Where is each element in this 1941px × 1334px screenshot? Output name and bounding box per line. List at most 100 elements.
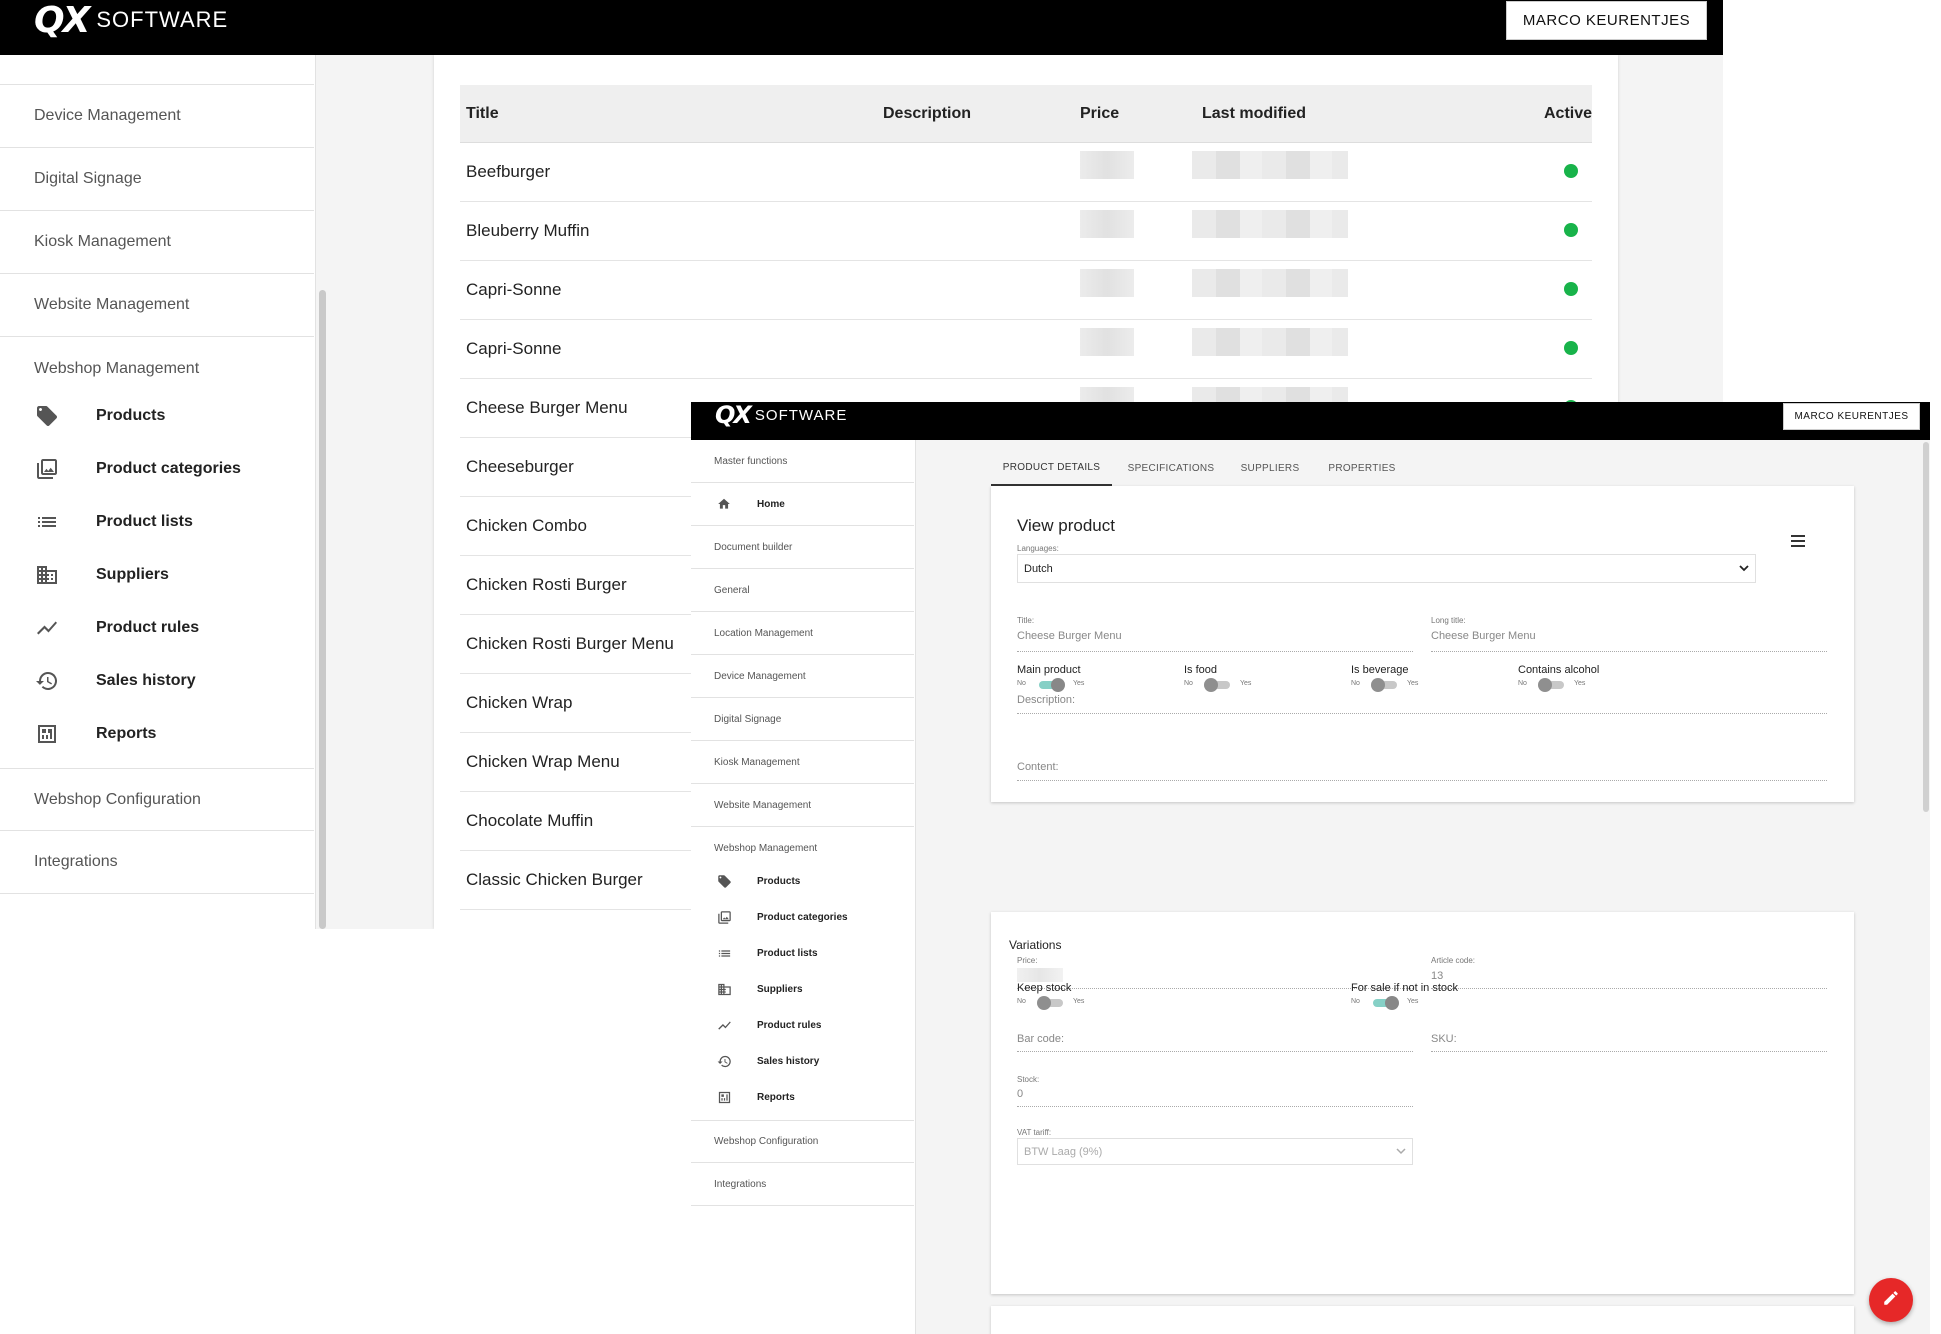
- sidebar-section-integrations[interactable]: Integrations: [691, 1163, 914, 1206]
- sidebar-item-sales-history[interactable]: Sales history: [691, 1043, 914, 1079]
- tab-properties[interactable]: PROPERTIES: [1319, 450, 1405, 486]
- article-code-field[interactable]: 13: [1431, 970, 1443, 982]
- menu-icon[interactable]: [1791, 534, 1805, 547]
- sidebar-item-products[interactable]: Products: [0, 389, 314, 442]
- bar-code-field[interactable]: Bar code:: [1017, 1033, 1064, 1045]
- sidebar-section-website-management[interactable]: Website Management: [691, 784, 914, 827]
- sidebar-item-reports[interactable]: Reports: [0, 707, 314, 760]
- sidebar-section-webshop-configuration[interactable]: Webshop Configuration: [0, 768, 314, 831]
- title-label: Title:: [1017, 616, 1035, 625]
- table-row[interactable]: Beefburger: [460, 143, 1592, 202]
- sidebar-section-device-management[interactable]: Device Management: [0, 85, 314, 148]
- table-row[interactable]: Bleuberry Muffin: [460, 202, 1592, 261]
- sidebar-item-product-rules[interactable]: Product rules: [691, 1007, 914, 1043]
- sidebar-section-digital-signage[interactable]: Digital Signage: [0, 148, 314, 211]
- stock-field[interactable]: 0: [1017, 1088, 1023, 1100]
- sidebar-master-functions[interactable]: Master functions: [691, 440, 914, 483]
- sidebar-section-label: Device Management: [714, 670, 806, 682]
- sidebar-item-product-lists[interactable]: Product lists: [691, 935, 914, 971]
- sidebar-item-product-rules[interactable]: Product rules: [0, 601, 314, 654]
- home-icon: [716, 496, 732, 512]
- toggle-label: Main product: [1017, 664, 1081, 676]
- sidebar-section-label: Website Management: [714, 799, 812, 811]
- description-field[interactable]: Description:: [1017, 694, 1075, 706]
- sidebar-section-cut[interactable]: [0, 55, 314, 85]
- tab-product-details[interactable]: PRODUCT DETAILS: [991, 450, 1112, 486]
- sidebar-section-website-management[interactable]: Website Management: [0, 274, 314, 337]
- column-header-last-modified[interactable]: Last modified: [1202, 85, 1306, 143]
- sidebar-item-label: Product categories: [757, 911, 848, 923]
- sidebar-item-product-categories[interactable]: Product categories: [691, 899, 914, 935]
- sidebar-section-kiosk-management[interactable]: Kiosk Management: [0, 211, 314, 274]
- last-modified-cell-redacted: [1192, 269, 1348, 297]
- toggle-switch[interactable]: [1204, 678, 1232, 692]
- toggle-label: Keep stock: [1017, 982, 1072, 994]
- active-status-dot: [1564, 282, 1578, 296]
- chevron-down-icon: [1739, 563, 1749, 575]
- column-header-active[interactable]: Active: [1544, 85, 1592, 143]
- toggle-switch[interactable]: [1371, 996, 1399, 1010]
- vat-tariff-select[interactable]: BTW Laag (9%): [1017, 1138, 1413, 1165]
- content-field[interactable]: Content:: [1017, 761, 1059, 773]
- tag-icon: [34, 403, 60, 429]
- product-title-cell: Bleuberry Muffin: [466, 221, 590, 240]
- sku-field[interactable]: SKU:: [1431, 1033, 1457, 1045]
- toggle-switch[interactable]: [1037, 996, 1065, 1010]
- long-title-field[interactable]: Cheese Burger Menu: [1431, 630, 1536, 642]
- report-icon: [34, 721, 60, 747]
- sidebar-item-products[interactable]: Products: [691, 863, 914, 899]
- sidebar-item-suppliers[interactable]: Suppliers: [0, 548, 314, 601]
- toggle-no-label: No: [1017, 998, 1026, 1005]
- sidebar-section-label: Webshop Management: [34, 359, 200, 377]
- stock-label: Stock:: [1017, 1075, 1040, 1084]
- toggle-no-label: No: [1351, 680, 1360, 687]
- user-account-button[interactable]: MARCO KEURENTJES: [1783, 403, 1920, 430]
- language-select[interactable]: Dutch: [1017, 554, 1756, 583]
- table-row[interactable]: Capri-Sonne: [460, 261, 1592, 320]
- brand-logo[interactable]: QX SOFTWARE: [715, 402, 847, 429]
- window-scrollbar[interactable]: [1923, 442, 1929, 812]
- toggle-no-label: No: [1518, 680, 1527, 687]
- sidebar-scrollbar[interactable]: [319, 290, 326, 929]
- user-account-button[interactable]: MARCO KEURENTJES: [1506, 1, 1707, 40]
- toggle-label: Contains alcohol: [1518, 664, 1600, 676]
- sidebar-section-label: Device Management: [34, 107, 181, 124]
- title-field[interactable]: Cheese Burger Menu: [1017, 630, 1122, 642]
- sidebar-item-reports[interactable]: Reports: [691, 1079, 914, 1115]
- sidebar-section-kiosk-management[interactable]: Kiosk Management: [691, 741, 914, 784]
- toggle-switch[interactable]: [1371, 678, 1399, 692]
- sidebar-item-sales-history[interactable]: Sales history: [0, 654, 314, 707]
- column-header-title[interactable]: Title: [466, 85, 499, 143]
- table-row[interactable]: Capri-Sonne: [460, 320, 1592, 379]
- sidebar-section-document-builder[interactable]: Document builder: [691, 526, 914, 569]
- sidebar-item-label: Product rules: [757, 1019, 822, 1031]
- toggle-switch[interactable]: [1538, 678, 1566, 692]
- sidebar-section-location-management[interactable]: Location Management: [691, 612, 914, 655]
- product-title-cell: Cheese Burger Menu: [466, 398, 628, 417]
- sidebar-item-suppliers[interactable]: Suppliers: [691, 971, 914, 1007]
- product-title-cell: Chicken Rosti Burger: [466, 575, 627, 594]
- tab-suppliers[interactable]: SUPPLIERS: [1227, 450, 1313, 486]
- sidebar-item-product-lists[interactable]: Product lists: [0, 495, 314, 548]
- sidebar-item-home[interactable]: Home: [691, 483, 914, 526]
- sidebar-section-general[interactable]: General: [691, 569, 914, 612]
- toggle-switch[interactable]: [1037, 678, 1065, 692]
- last-modified-cell-redacted: [1192, 151, 1348, 179]
- brand-logo[interactable]: QX SOFTWARE: [34, 0, 228, 41]
- view-product-card: View product Languages: Dutch Title: Che…: [991, 486, 1854, 802]
- column-header-price[interactable]: Price: [1080, 85, 1119, 143]
- edit-button[interactable]: [1869, 1278, 1913, 1322]
- toggle-no-label: No: [1017, 680, 1026, 687]
- column-header-description[interactable]: Description: [883, 85, 971, 143]
- sidebar-section-digital-signage[interactable]: Digital Signage: [691, 698, 914, 741]
- sidebar-item-label: Products: [96, 406, 166, 424]
- sidebar-section-webshop-configuration[interactable]: Webshop Configuration: [691, 1120, 914, 1163]
- tab-specifications[interactable]: SPECIFICATIONS: [1121, 450, 1221, 486]
- image-gallery-icon: [34, 456, 60, 482]
- sidebar-item-product-categories[interactable]: Product categories: [0, 442, 314, 495]
- product-title-cell: Beefburger: [466, 162, 551, 181]
- sidebar-section-integrations[interactable]: Integrations: [0, 831, 314, 894]
- sidebar-item-label: Sales history: [757, 1055, 820, 1067]
- sidebar-section-device-management[interactable]: Device Management: [691, 655, 914, 698]
- price-value-redacted[interactable]: [1017, 968, 1063, 982]
